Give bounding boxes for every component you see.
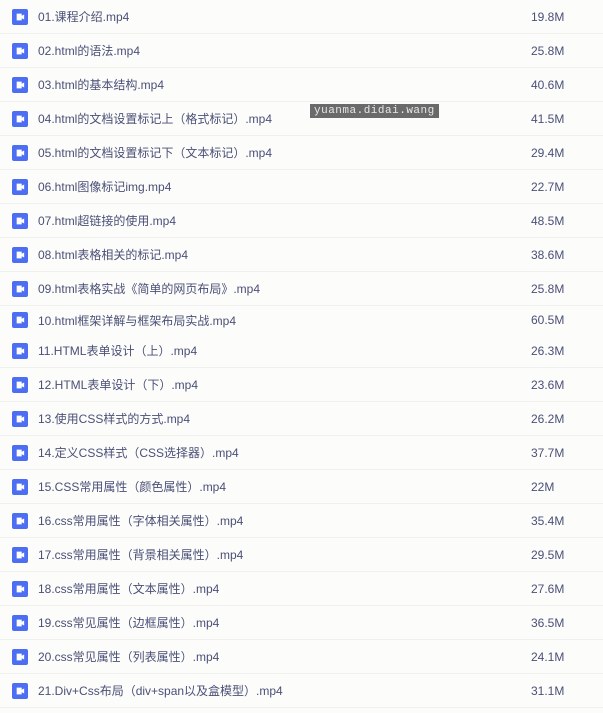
file-name-label: 04.html的文档设置标记上（格式标记）.mp4 <box>38 110 531 127</box>
file-size-label: 48.5M <box>531 214 591 228</box>
file-row[interactable]: 10.html框架详解与框架布局实战.mp460.5M <box>0 306 603 334</box>
file-row[interactable]: 12.HTML表单设计（下）.mp423.6M <box>0 368 603 402</box>
file-name-label: 14.定义CSS样式（CSS选择器）.mp4 <box>38 444 531 461</box>
file-name-label: 18.css常用属性（文本属性）.mp4 <box>38 580 531 597</box>
file-name-label: 19.css常见属性（边框属性）.mp4 <box>38 614 531 631</box>
video-file-icon <box>12 145 28 161</box>
file-size-label: 41.5M <box>531 112 591 126</box>
file-name-label: 12.HTML表单设计（下）.mp4 <box>38 376 531 393</box>
video-file-icon <box>12 547 28 563</box>
file-row[interactable]: 02.html的语法.mp425.8M <box>0 34 603 68</box>
file-name-label: 15.CSS常用属性（颜色属性）.mp4 <box>38 478 531 495</box>
file-name-label: 11.HTML表单设计（上）.mp4 <box>38 342 531 359</box>
file-name-label: 07.html超链接的使用.mp4 <box>38 212 531 229</box>
file-name-label: 05.html的文档设置标记下（文本标记）.mp4 <box>38 144 531 161</box>
video-file-icon <box>12 312 28 328</box>
file-list: 01.课程介绍.mp419.8M02.html的语法.mp425.8M03.ht… <box>0 0 603 708</box>
file-row[interactable]: 05.html的文档设置标记下（文本标记）.mp429.4M <box>0 136 603 170</box>
video-file-icon <box>12 377 28 393</box>
file-size-label: 60.5M <box>531 313 591 327</box>
file-row[interactable]: 01.课程介绍.mp419.8M <box>0 0 603 34</box>
video-file-icon <box>12 111 28 127</box>
file-size-label: 29.4M <box>531 146 591 160</box>
file-row[interactable]: 16.css常用属性（字体相关属性）.mp435.4M <box>0 504 603 538</box>
file-name-label: 17.css常用属性（背景相关属性）.mp4 <box>38 546 531 563</box>
file-size-label: 40.6M <box>531 78 591 92</box>
video-file-icon <box>12 247 28 263</box>
file-name-label: 01.课程介绍.mp4 <box>38 8 531 25</box>
video-file-icon <box>12 581 28 597</box>
file-size-label: 29.5M <box>531 548 591 562</box>
file-row[interactable]: 07.html超链接的使用.mp448.5M <box>0 204 603 238</box>
video-file-icon <box>12 649 28 665</box>
video-file-icon <box>12 513 28 529</box>
file-name-label: 02.html的语法.mp4 <box>38 42 531 59</box>
file-row[interactable]: 21.Div+Css布局（div+span以及盒模型）.mp431.1M <box>0 674 603 708</box>
file-size-label: 31.1M <box>531 684 591 698</box>
video-file-icon <box>12 343 28 359</box>
video-file-icon <box>12 281 28 297</box>
file-name-label: 10.html框架详解与框架布局实战.mp4 <box>38 312 531 329</box>
file-row[interactable]: 09.html表格实战《简单的网页布局》.mp425.8M <box>0 272 603 306</box>
watermark-label: yuanma.didai.wang <box>310 104 439 118</box>
file-size-label: 19.8M <box>531 10 591 24</box>
file-row[interactable]: 08.html表格相关的标记.mp438.6M <box>0 238 603 272</box>
file-row[interactable]: 06.html图像标记img.mp422.7M <box>0 170 603 204</box>
file-size-label: 36.5M <box>531 616 591 630</box>
video-file-icon <box>12 43 28 59</box>
file-row[interactable]: 17.css常用属性（背景相关属性）.mp429.5M <box>0 538 603 572</box>
file-size-label: 24.1M <box>531 650 591 664</box>
video-file-icon <box>12 179 28 195</box>
file-size-label: 27.6M <box>531 582 591 596</box>
file-name-label: 09.html表格实战《简单的网页布局》.mp4 <box>38 280 531 297</box>
file-size-label: 35.4M <box>531 514 591 528</box>
file-size-label: 38.6M <box>531 248 591 262</box>
file-name-label: 06.html图像标记img.mp4 <box>38 178 531 195</box>
file-row[interactable]: 14.定义CSS样式（CSS选择器）.mp437.7M <box>0 436 603 470</box>
video-file-icon <box>12 615 28 631</box>
file-name-label: 20.css常见属性（列表属性）.mp4 <box>38 648 531 665</box>
video-file-icon <box>12 445 28 461</box>
video-file-icon <box>12 9 28 25</box>
file-size-label: 22.7M <box>531 180 591 194</box>
file-name-label: 21.Div+Css布局（div+span以及盒模型）.mp4 <box>38 682 531 699</box>
file-row[interactable]: 20.css常见属性（列表属性）.mp424.1M <box>0 640 603 674</box>
file-row[interactable]: 13.使用CSS样式的方式.mp426.2M <box>0 402 603 436</box>
file-row[interactable]: 04.html的文档设置标记上（格式标记）.mp441.5M <box>0 102 603 136</box>
video-file-icon <box>12 77 28 93</box>
file-size-label: 26.2M <box>531 412 591 426</box>
file-name-label: 08.html表格相关的标记.mp4 <box>38 246 531 263</box>
file-size-label: 25.8M <box>531 44 591 58</box>
file-size-label: 37.7M <box>531 446 591 460</box>
file-name-label: 16.css常用属性（字体相关属性）.mp4 <box>38 512 531 529</box>
video-file-icon <box>12 411 28 427</box>
file-row[interactable]: 03.html的基本结构.mp440.6M <box>0 68 603 102</box>
file-size-label: 25.8M <box>531 282 591 296</box>
file-size-label: 26.3M <box>531 344 591 358</box>
file-size-label: 22M <box>531 480 591 494</box>
file-row[interactable]: 18.css常用属性（文本属性）.mp427.6M <box>0 572 603 606</box>
video-file-icon <box>12 479 28 495</box>
file-row[interactable]: 19.css常见属性（边框属性）.mp436.5M <box>0 606 603 640</box>
file-size-label: 23.6M <box>531 378 591 392</box>
video-file-icon <box>12 213 28 229</box>
video-file-icon <box>12 683 28 699</box>
file-name-label: 03.html的基本结构.mp4 <box>38 76 531 93</box>
file-row[interactable]: 15.CSS常用属性（颜色属性）.mp422M <box>0 470 603 504</box>
file-name-label: 13.使用CSS样式的方式.mp4 <box>38 410 531 427</box>
file-row[interactable]: 11.HTML表单设计（上）.mp426.3M <box>0 334 603 368</box>
